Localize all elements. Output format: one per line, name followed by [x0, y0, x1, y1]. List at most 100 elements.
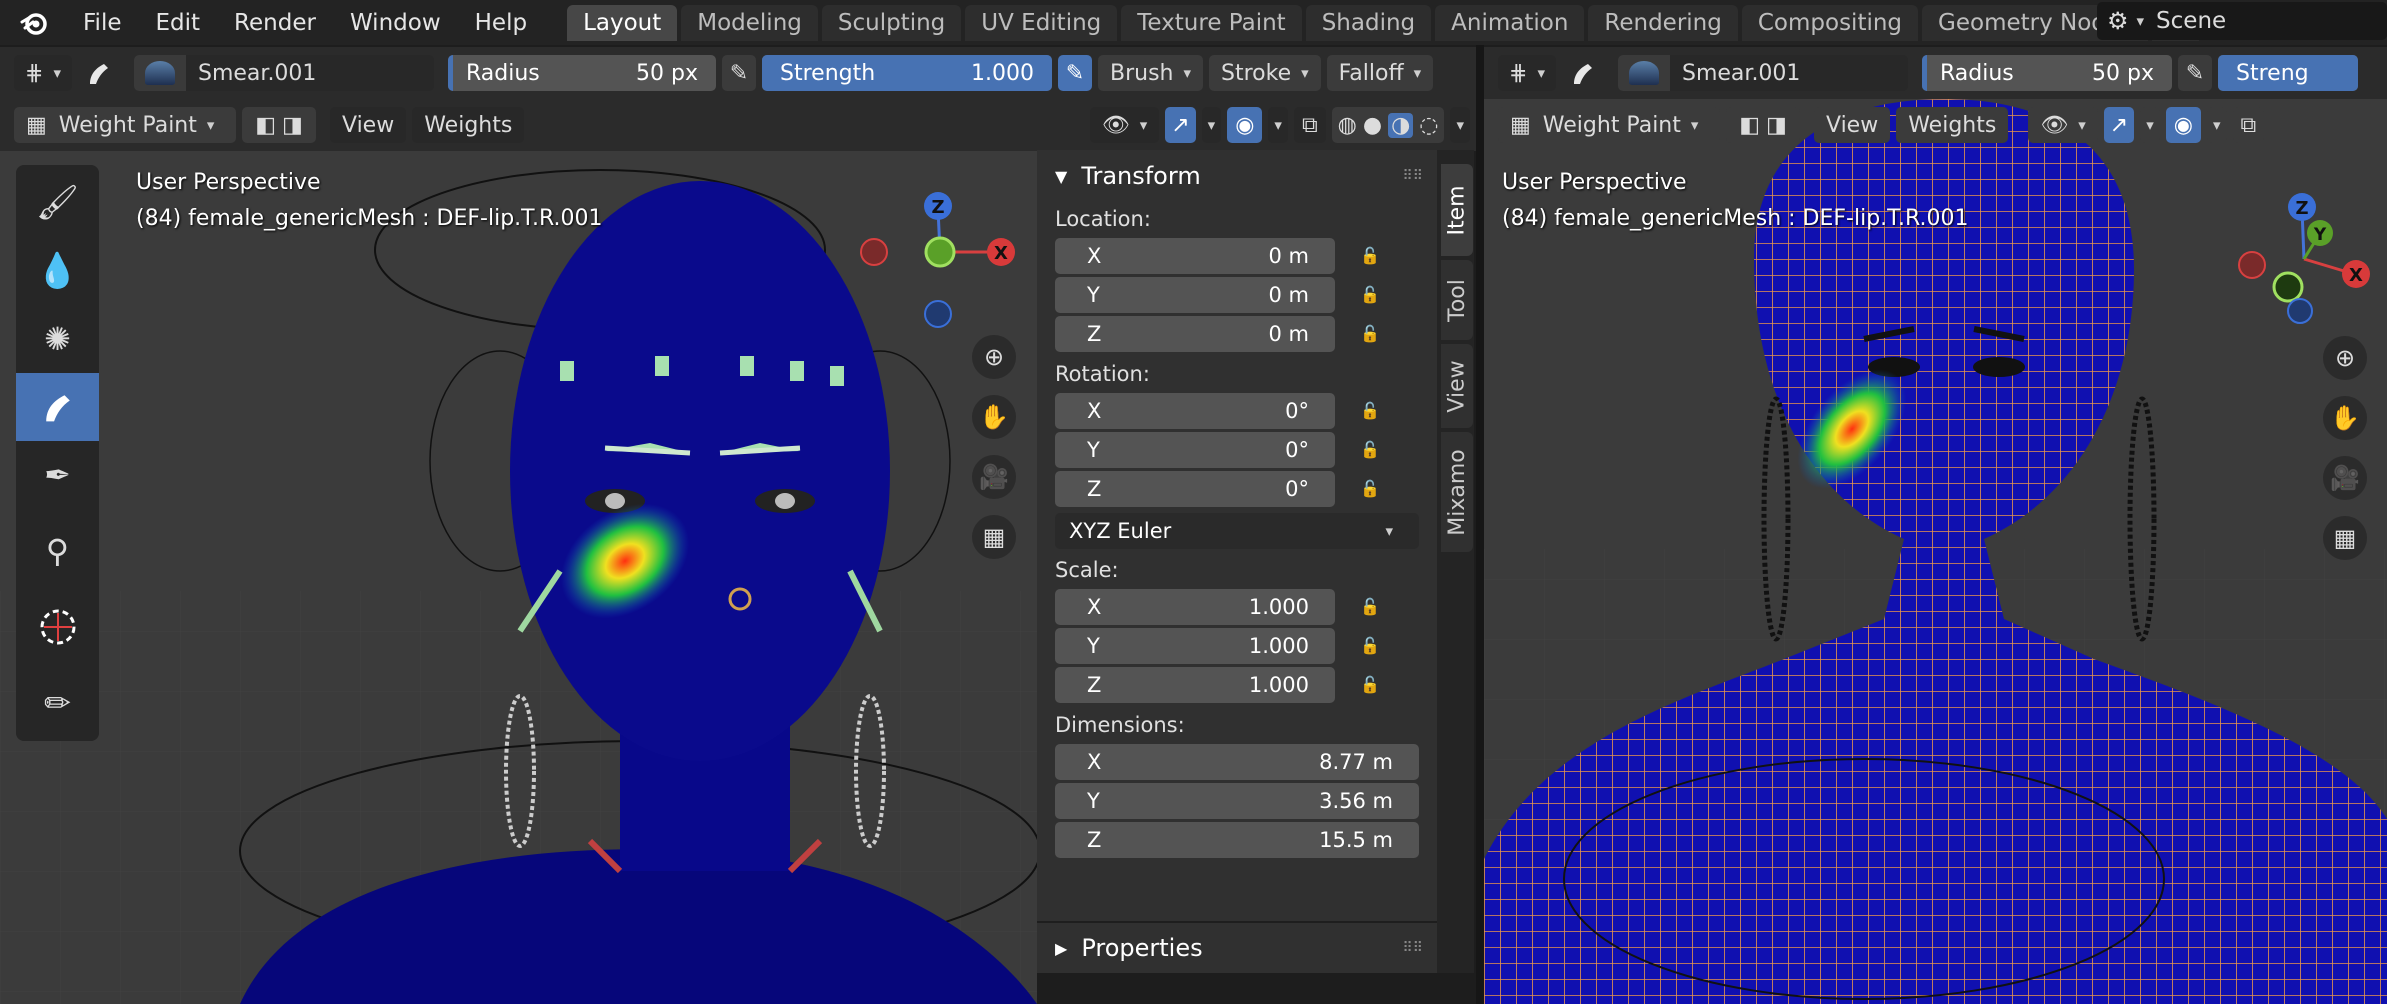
- tab-view[interactable]: View: [1441, 344, 1473, 428]
- gizmo-options[interactable]: ▾: [2140, 107, 2160, 143]
- brush-menu[interactable]: Brush ▾: [1098, 55, 1204, 91]
- overlay-toggle[interactable]: ◉: [2165, 107, 2201, 143]
- rendered-shading-icon[interactable]: ◌: [1419, 113, 1438, 138]
- tab-mixamo[interactable]: Mixamo: [1441, 432, 1473, 552]
- drag-handle-icon[interactable]: ⠿⠿: [1402, 168, 1423, 184]
- visibility-toggle[interactable]: 👁 ▾: [1089, 107, 1160, 143]
- rotation-x-field[interactable]: X 0°: [1055, 392, 1335, 429]
- shading-options[interactable]: ▾: [1450, 107, 1470, 143]
- mask-toggle[interactable]: ◧ ◨: [1726, 107, 1800, 143]
- menu-help[interactable]: Help: [458, 1, 544, 45]
- menu-file[interactable]: File: [66, 1, 139, 45]
- zoom-icon[interactable]: ⊕: [972, 335, 1016, 379]
- dimensions-y-field[interactable]: Y 3.56 m: [1055, 782, 1419, 819]
- view-menu[interactable]: View: [1814, 107, 1891, 143]
- radius-pressure-toggle[interactable]: ✎: [2178, 55, 2212, 91]
- smear-tool[interactable]: [16, 373, 99, 441]
- lock-icon[interactable]: 🔓: [1355, 670, 1385, 700]
- zoom-icon[interactable]: ⊕: [2323, 336, 2367, 380]
- tab-layout[interactable]: Layout: [567, 4, 678, 41]
- tab-shading[interactable]: Shading: [1305, 4, 1432, 41]
- scale-z-field[interactable]: Z 1.000: [1055, 666, 1335, 703]
- dimensions-x-field[interactable]: X 8.77 m: [1055, 743, 1419, 780]
- brush-tool-icon[interactable]: [1562, 55, 1604, 91]
- draw-tool[interactable]: 🖌: [16, 169, 99, 237]
- tab-sculpting[interactable]: Sculpting: [821, 4, 962, 41]
- tab-uv-editing[interactable]: UV Editing: [965, 4, 1118, 41]
- annotate-tool[interactable]: ✏: [16, 669, 99, 737]
- radius-pressure-toggle[interactable]: ✎: [722, 55, 756, 91]
- menu-window[interactable]: Window: [333, 1, 458, 45]
- tab-texture-paint[interactable]: Texture Paint: [1121, 4, 1302, 41]
- tab-animation[interactable]: Animation: [1435, 4, 1585, 41]
- scale-y-field[interactable]: Y 1.000: [1055, 627, 1335, 664]
- overlay-options[interactable]: ▾: [2206, 107, 2227, 143]
- gizmo-toggle[interactable]: ↗: [1165, 107, 1196, 143]
- scene-selector[interactable]: ⚙ ▾ Scene: [2097, 2, 2387, 40]
- tool-settings-menu[interactable]: ⋕ ▾: [1498, 55, 1556, 91]
- tab-item[interactable]: Item: [1441, 164, 1473, 256]
- falloff-menu[interactable]: Falloff ▾: [1326, 55, 1434, 91]
- strength-slider[interactable]: Strength 1.000: [762, 55, 1052, 91]
- blender-logo-icon[interactable]: [12, 1, 56, 45]
- brush-selector[interactable]: Smear.001: [1618, 55, 1908, 91]
- wireframe-shading-icon[interactable]: ◍: [1338, 113, 1357, 138]
- xray-toggle[interactable]: ⧉: [2232, 107, 2265, 143]
- dimensions-z-field[interactable]: Z 15.5 m: [1055, 821, 1419, 858]
- shading-modes[interactable]: ◍ ● ◑ ◌: [1331, 107, 1445, 143]
- location-x-field[interactable]: X 0 m: [1055, 237, 1335, 274]
- perspective-grid-icon[interactable]: ▦: [972, 515, 1016, 559]
- weights-menu[interactable]: Weights: [1896, 107, 2009, 143]
- xray-toggle[interactable]: ⧉: [1293, 107, 1326, 143]
- left-viewport[interactable]: User Perspective (84) female_genericMesh…: [0, 151, 1037, 1004]
- right-viewport[interactable]: User Perspective (84) female_genericMesh…: [1484, 99, 2387, 1004]
- view-menu[interactable]: View: [330, 107, 407, 143]
- tool-settings-menu[interactable]: ⋕ ▾: [14, 55, 72, 91]
- weights-menu[interactable]: Weights: [412, 107, 525, 143]
- rotation-z-field[interactable]: Z 0°: [1055, 470, 1335, 507]
- pan-hand-icon[interactable]: ✋: [2323, 396, 2367, 440]
- tab-rendering[interactable]: Rendering: [1588, 4, 1738, 41]
- lock-icon[interactable]: 🔓: [1355, 396, 1385, 426]
- rotation-y-field[interactable]: Y 0°: [1055, 431, 1335, 468]
- sample-weight-tool[interactable]: ⚲: [16, 517, 99, 585]
- overlay-toggle[interactable]: ◉: [1227, 107, 1263, 143]
- camera-icon[interactable]: 🎥: [2323, 456, 2367, 500]
- lock-icon[interactable]: 🔓: [1355, 474, 1385, 504]
- brush-tool-icon[interactable]: [78, 55, 120, 91]
- blur-tool[interactable]: 💧: [16, 237, 99, 305]
- average-tool[interactable]: ✺: [16, 305, 99, 373]
- navigation-gizmo[interactable]: Z Y X: [2224, 169, 2384, 329]
- lock-icon[interactable]: 🔓: [1355, 241, 1385, 271]
- scale-x-field[interactable]: X 1.000: [1055, 588, 1335, 625]
- gradient-tool[interactable]: ✒: [16, 441, 99, 509]
- tab-compositing[interactable]: Compositing: [1741, 4, 1919, 41]
- strength-slider[interactable]: Streng: [2218, 55, 2358, 91]
- material-shading-icon[interactable]: ◑: [1388, 112, 1414, 138]
- strength-pressure-toggle[interactable]: ✎: [1058, 55, 1092, 91]
- tab-tool[interactable]: Tool: [1441, 260, 1473, 340]
- tab-modeling[interactable]: Modeling: [681, 4, 818, 41]
- radius-slider[interactable]: Radius 50 px: [448, 55, 716, 91]
- properties-header[interactable]: ▶ Properties ⠿⠿: [1037, 921, 1437, 973]
- menu-render[interactable]: Render: [217, 1, 333, 45]
- drag-handle-icon[interactable]: ⠿⠿: [1402, 940, 1423, 956]
- navigation-gizmo[interactable]: Z X: [860, 171, 1037, 331]
- perspective-grid-icon[interactable]: ▦: [2323, 516, 2367, 560]
- radius-slider[interactable]: Radius 50 px: [1922, 55, 2172, 91]
- lock-icon[interactable]: 🔓: [1355, 435, 1385, 465]
- pan-hand-icon[interactable]: ✋: [972, 395, 1016, 439]
- lock-icon[interactable]: 🔓: [1355, 319, 1385, 349]
- overlay-options[interactable]: ▾: [1268, 107, 1288, 143]
- camera-icon[interactable]: 🎥: [972, 455, 1016, 499]
- mode-selector[interactable]: ▦ Weight Paint ▾: [14, 107, 236, 143]
- lock-icon[interactable]: 🔓: [1355, 280, 1385, 310]
- transform-header[interactable]: ▼ Transform ⠿⠿: [1037, 150, 1437, 202]
- location-z-field[interactable]: Z 0 m: [1055, 315, 1335, 352]
- location-y-field[interactable]: Y 0 m: [1055, 276, 1335, 313]
- area-divider[interactable]: [1476, 45, 1484, 1004]
- lock-icon[interactable]: 🔓: [1355, 592, 1385, 622]
- gizmo-toggle[interactable]: ↗: [2103, 107, 2135, 143]
- lock-icon[interactable]: 🔓: [1355, 631, 1385, 661]
- mask-toggle[interactable]: ◧ ◨: [242, 107, 316, 143]
